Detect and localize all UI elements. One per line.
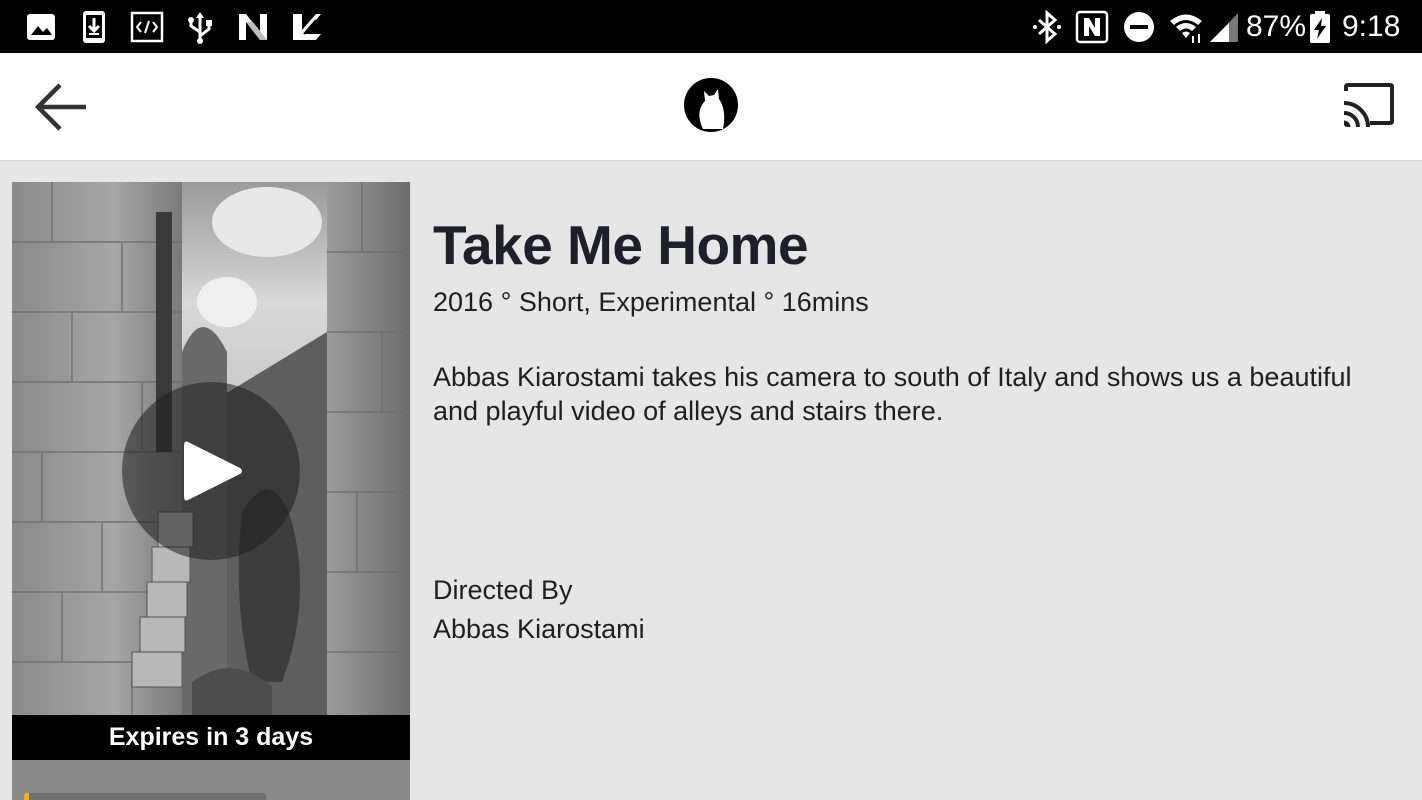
status-bar: 87% 9:18	[0, 0, 1422, 53]
image-icon	[27, 14, 55, 40]
download-icon	[83, 11, 105, 43]
battery-percent: 87%	[1246, 10, 1307, 43]
play-icon	[184, 441, 242, 501]
directed-by-label: Directed By	[433, 575, 573, 605]
signal-icon	[1210, 13, 1238, 42]
film-poster[interactable]	[12, 182, 410, 715]
film-title: Take Me Home	[433, 214, 809, 276]
bluetooth-icon	[1033, 10, 1061, 44]
progress-fill	[24, 793, 29, 800]
progress-bar	[24, 793, 266, 800]
check-app-icon	[293, 14, 321, 40]
code-icon	[130, 11, 164, 43]
cast-icon[interactable]	[1338, 79, 1398, 135]
film-description: Abbas Kiarostami takes his camera to sou…	[433, 362, 1352, 426]
nfc-icon	[1075, 10, 1109, 44]
app-bar	[0, 53, 1422, 161]
film-meta: 2016 ° Short, Experimental ° 16mins	[433, 287, 869, 317]
cat-logo-icon	[684, 78, 738, 132]
arrow-back-icon[interactable]	[30, 78, 94, 136]
wifi-icon	[1170, 14, 1202, 43]
expires-label: Expires in 3 days	[12, 715, 410, 760]
progress-area	[12, 760, 410, 800]
n-app-icon	[239, 14, 267, 40]
play-button[interactable]	[122, 382, 300, 560]
director-name: Abbas Kiarostami	[433, 614, 645, 644]
do-not-disturb-icon	[1124, 12, 1154, 42]
usb-icon	[188, 12, 212, 44]
battery-charging-icon	[1310, 11, 1330, 43]
clock: 9:18	[1342, 10, 1401, 43]
